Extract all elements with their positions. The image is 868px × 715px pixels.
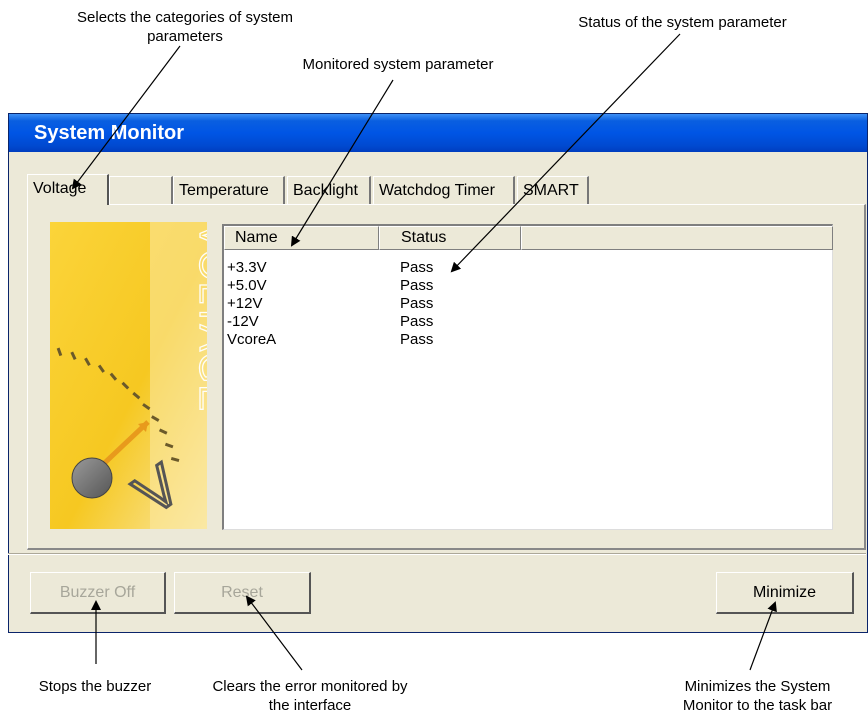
reset-button[interactable]: Reset xyxy=(174,572,311,614)
tab-smart[interactable]: SMART xyxy=(517,176,589,204)
title-bar[interactable]: System Monitor xyxy=(9,114,867,152)
callout-categories: Selects the categories of system paramet… xyxy=(77,9,293,45)
column-header-name[interactable]: Name xyxy=(224,226,379,250)
tab-backlight[interactable]: Backlight xyxy=(287,176,371,204)
tab-temperature[interactable]: Temperature xyxy=(173,176,285,204)
panel-separator xyxy=(8,553,866,555)
callout-monitored: Monitored system parameter xyxy=(302,56,494,73)
callout-status: Status of the system parameter xyxy=(578,14,787,31)
callout-reset: Clears the error monitored by the interf… xyxy=(212,678,408,714)
column-header-empty[interactable] xyxy=(521,226,833,250)
tab-voltage[interactable]: Voltage xyxy=(27,174,109,205)
voltage-artwork: VOLTAGE V xyxy=(50,222,207,529)
tab-watchdog-timer[interactable]: Watchdog Timer xyxy=(373,176,515,204)
voltage-artwork-text: VOLTAGE xyxy=(191,222,207,412)
category-tabs: Voltage Temperature Backlight Watchdog T… xyxy=(27,174,867,206)
parameter-list[interactable]: Name Status +3.3V Pass +5.0V Pass +12V Pass… xyxy=(222,224,833,530)
minimize-button[interactable]: Minimize xyxy=(716,572,854,614)
tab-blank[interactable] xyxy=(109,176,173,204)
callout-minimize: Minimizes the System Monitor to the task… xyxy=(682,678,833,714)
column-header-status[interactable]: Status xyxy=(379,226,521,250)
window-title: System Monitor xyxy=(34,122,185,144)
buzzer-off-button[interactable]: Buzzer Off xyxy=(30,572,166,614)
callout-buzzer: Stops the buzzer xyxy=(38,678,152,695)
